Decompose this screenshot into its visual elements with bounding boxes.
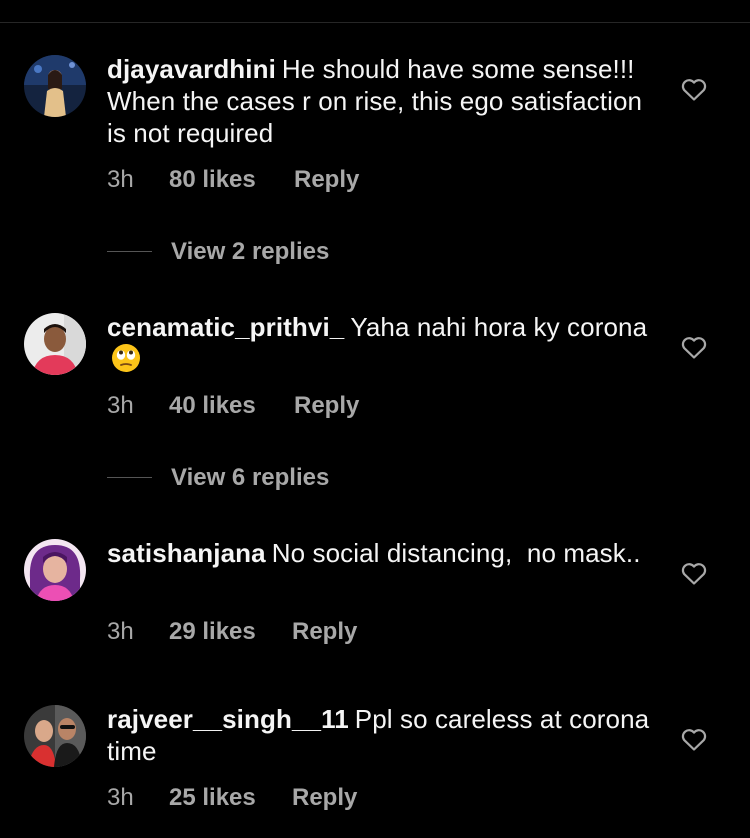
comment-text: djayavardhini He should have some sense!!…	[107, 53, 667, 149]
face-with-rolling-eyes-emoji	[111, 343, 141, 373]
comment-username[interactable]: satishanjana	[107, 538, 266, 568]
top-divider	[0, 22, 750, 23]
comment-text: cenamatic_prithvi_ Yaha nahi hora ky coro…	[107, 311, 667, 375]
reply-button[interactable]: Reply	[292, 618, 357, 646]
comment-likes[interactable]: 25 likes	[169, 784, 256, 812]
replies-divider-line	[107, 251, 152, 252]
comment-likes[interactable]: 80 likes	[169, 166, 256, 194]
avatar[interactable]	[24, 539, 86, 601]
view-replies-button[interactable]: View 2 replies	[107, 237, 367, 267]
comment-text: satishanjana No social distancing, no mas…	[107, 537, 667, 569]
comment-likes[interactable]: 29 likes	[169, 618, 256, 646]
view-replies-label: View 6 replies	[171, 464, 330, 491]
reply-button[interactable]: Reply	[294, 166, 359, 194]
comment-time: 3h	[107, 392, 134, 419]
comment-username[interactable]: djayavardhini	[107, 54, 276, 84]
avatar[interactable]	[24, 55, 86, 117]
comment-time: 3h	[107, 618, 134, 645]
heart-outline-icon[interactable]	[681, 728, 707, 752]
heart-outline-icon[interactable]	[681, 78, 707, 102]
comment-body: Yaha nahi hora ky corona	[350, 312, 648, 342]
heart-outline-icon[interactable]	[681, 562, 707, 586]
comment-time: 3h	[107, 166, 134, 193]
reply-button[interactable]: Reply	[294, 392, 359, 420]
comment-time: 3h	[107, 784, 134, 811]
heart-outline-icon[interactable]	[681, 336, 707, 360]
comment-username[interactable]: rajveer__singh__11	[107, 704, 349, 734]
avatar[interactable]	[24, 313, 86, 375]
view-replies-label: View 2 replies	[171, 238, 330, 265]
comment-text: rajveer__singh__11 Ppl so careless at cor…	[107, 703, 667, 767]
comment-username[interactable]: cenamatic_prithvi_	[107, 312, 344, 342]
avatar[interactable]	[24, 705, 86, 767]
replies-divider-line	[107, 477, 152, 478]
comment-likes[interactable]: 40 likes	[169, 392, 256, 420]
reply-button[interactable]: Reply	[292, 784, 357, 812]
view-replies-button[interactable]: View 6 replies	[107, 463, 367, 493]
comment-body: No social distancing, no mask..	[271, 538, 641, 568]
